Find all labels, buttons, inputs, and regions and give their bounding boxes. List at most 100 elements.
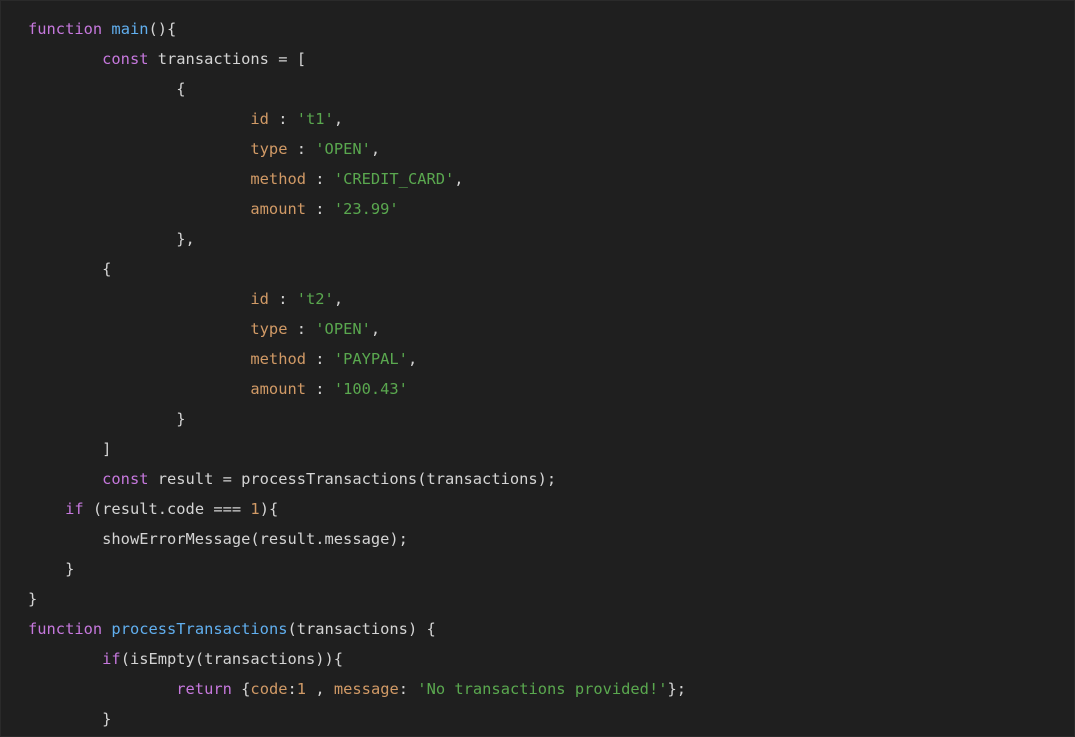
code-token-kw: const xyxy=(102,50,149,68)
code-token-text: (isEmpty(transactions)){ xyxy=(120,650,344,668)
code-token-prop: amount xyxy=(250,380,306,398)
code-token-fn: main xyxy=(111,20,149,38)
code-token-prop: id xyxy=(250,110,269,128)
code-token-num: 1 xyxy=(296,680,307,698)
code-token-kw: function xyxy=(28,20,103,38)
code-token-text: } xyxy=(102,710,112,728)
code-line: if (result.code === 1){ xyxy=(28,494,1074,524)
code-line: method : 'PAYPAL', xyxy=(28,344,1074,374)
code-token-text: result = processTransactions(transaction… xyxy=(148,470,557,488)
code-token-text: { xyxy=(176,80,186,98)
code-line: type : 'OPEN', xyxy=(28,314,1074,344)
code-token-kw: function xyxy=(28,620,103,638)
code-token-text: : xyxy=(268,110,297,128)
code-token-prop: id xyxy=(250,290,269,308)
code-line: { xyxy=(28,254,1074,284)
code-line: return {code:1 , message: 'No transactio… xyxy=(28,674,1074,704)
code-token-text: } xyxy=(176,410,186,428)
code-line: function processTransactions(transaction… xyxy=(28,614,1074,644)
code-token-text: ){ xyxy=(259,500,279,518)
code-token-text: { xyxy=(102,260,112,278)
code-token-str: 'PAYPAL' xyxy=(333,350,408,368)
code-token-str: 'CREDIT_CARD' xyxy=(333,170,455,188)
code-token-text: { xyxy=(231,680,251,698)
code-line: id : 't2', xyxy=(28,284,1074,314)
code-token-text: } xyxy=(28,590,38,608)
code-token-prop: type xyxy=(250,140,288,158)
code-token-kw: if xyxy=(65,500,84,518)
code-token-prop: amount xyxy=(250,200,306,218)
code-line: id : 't1', xyxy=(28,104,1074,134)
code-token-text: (result.code === xyxy=(83,500,251,518)
code-line: } xyxy=(28,584,1074,614)
code-token-str: 'OPEN' xyxy=(315,320,371,338)
code-token-text: }; xyxy=(667,680,687,698)
code-token-text: : xyxy=(287,140,316,158)
code-token-text: , xyxy=(454,170,464,188)
code-token-text: : xyxy=(398,680,418,698)
code-line: amount : '23.99' xyxy=(28,194,1074,224)
code-line: { xyxy=(28,74,1074,104)
code-token-text: : xyxy=(306,380,334,398)
code-token-text: (){ xyxy=(148,20,177,38)
code-editor[interactable]: function main(){ const transactions = [ … xyxy=(0,0,1075,737)
code-token-str: '23.99' xyxy=(333,200,399,218)
code-token-str: 't1' xyxy=(296,110,334,128)
code-token-text: , xyxy=(407,350,418,368)
code-token-str: 't2' xyxy=(296,290,334,308)
code-line: } xyxy=(28,404,1074,434)
code-block[interactable]: function main(){ const transactions = [ … xyxy=(28,14,1074,734)
code-token-text: , xyxy=(370,320,381,338)
code-token-kw: const xyxy=(102,470,149,488)
code-token-text: } xyxy=(65,560,75,578)
code-token-kw: return xyxy=(176,680,232,698)
code-line: amount : '100.43' xyxy=(28,374,1074,404)
code-token-fn: processTransactions xyxy=(111,620,288,638)
code-token-text: : xyxy=(306,200,334,218)
code-line: showErrorMessage(result.message); xyxy=(28,524,1074,554)
code-token-prop: method xyxy=(250,350,306,368)
code-token-text: ] xyxy=(102,440,112,458)
code-line: type : 'OPEN', xyxy=(28,134,1074,164)
code-token-text: : xyxy=(287,680,297,698)
code-token-text: : xyxy=(268,290,297,308)
code-token-text: , xyxy=(333,110,344,128)
code-line: if(isEmpty(transactions)){ xyxy=(28,644,1074,674)
code-token-text: , xyxy=(370,140,381,158)
code-line: } xyxy=(28,554,1074,584)
code-token-text: : xyxy=(306,350,334,368)
code-token-prop: code xyxy=(250,680,288,698)
code-line: function main(){ xyxy=(28,14,1074,44)
code-token-str: '100.43' xyxy=(333,380,408,398)
code-token-text: }, xyxy=(176,230,195,248)
code-token-num: 1 xyxy=(250,500,260,518)
code-token-text: , xyxy=(306,680,334,698)
code-token-prop: message xyxy=(333,680,399,698)
code-line: const transactions = [ xyxy=(28,44,1074,74)
code-token-prop: method xyxy=(250,170,306,188)
code-token-text: transactions = [ xyxy=(148,50,307,68)
code-line: } xyxy=(28,704,1074,734)
code-token-prop: type xyxy=(250,320,288,338)
code-token-text: , xyxy=(333,290,344,308)
code-token-text: showErrorMessage(result.message); xyxy=(102,530,408,548)
code-token-kw: if xyxy=(102,650,121,668)
code-line: method : 'CREDIT_CARD', xyxy=(28,164,1074,194)
